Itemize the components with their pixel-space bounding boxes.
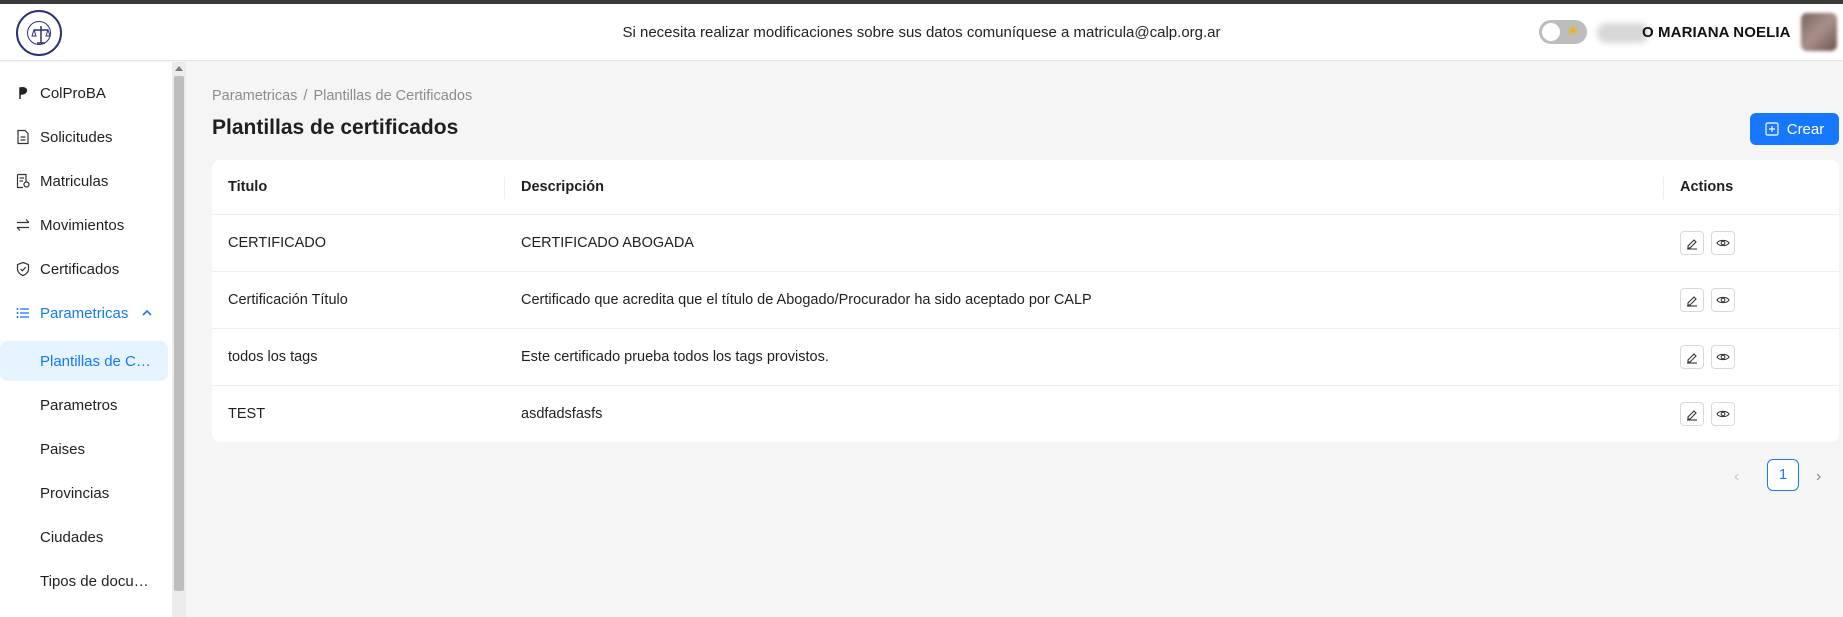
sun-icon: ☀ <box>1566 23 1580 40</box>
breadcrumb-current: Plantillas de Certificados <box>313 88 473 104</box>
plus-square-icon <box>1765 122 1779 136</box>
cell-descripcion: CERTIFICADO ABOGADA <box>521 235 694 251</box>
edit-icon <box>1687 353 1697 364</box>
table-row: TEST asdfadsfasfs <box>212 386 1839 442</box>
templates-table: Titulo Descripción Actions CERTIFICADO C… <box>212 160 1839 442</box>
sidebar-item-matriculas[interactable]: Matriculas <box>0 161 168 201</box>
sidebar-subitem-label: Parametros <box>40 397 118 414</box>
sidebar-item-label: Certificados <box>40 261 120 278</box>
shield-check-icon <box>16 261 30 277</box>
column-header-descripcion[interactable]: Descripción <box>521 179 604 195</box>
cell-titulo: Certificación Título <box>228 292 348 308</box>
view-button[interactable] <box>1711 231 1735 255</box>
column-header-titulo[interactable]: Titulo <box>228 179 267 195</box>
sidebar-item-parametricas[interactable]: Parametricas <box>0 293 168 333</box>
sidebar-subitem-ciudades[interactable]: Ciudades <box>0 517 168 557</box>
sidebar-subitem-parametros[interactable]: Parametros <box>0 385 168 425</box>
cell-titulo: TEST <box>228 406 266 422</box>
sidebar-item-solicitudes[interactable]: Solicitudes <box>0 117 168 157</box>
sidebar-item-colproba[interactable]: ColProBA <box>0 73 168 113</box>
sidebar-item-label: ColProBA <box>40 85 106 102</box>
sidebar-item-movimientos[interactable]: Movimientos <box>0 205 168 245</box>
edit-button[interactable] <box>1680 345 1704 369</box>
edit-icon <box>1687 410 1697 421</box>
column-divider <box>504 177 505 199</box>
sidebar-item-label: Movimientos <box>40 217 125 234</box>
column-divider <box>1663 177 1664 199</box>
avatar[interactable] <box>1801 13 1837 51</box>
sidebar-scrollbar[interactable] <box>172 62 186 617</box>
cell-descripcion: asdfadsfasfs <box>521 406 603 422</box>
document-icon <box>17 129 29 145</box>
table-header: Titulo Descripción Actions <box>212 160 1839 215</box>
edit-button[interactable] <box>1680 231 1704 255</box>
view-button[interactable] <box>1711 288 1735 312</box>
id-document-icon <box>16 173 30 189</box>
sidebar-item-certificados[interactable]: Certificados <box>0 249 168 289</box>
sidebar-item-label: Parametricas <box>40 305 129 322</box>
sidebar-subitem-label: Provincias <box>40 485 110 502</box>
sidebar-subitem-label: Tipos de documento <box>40 573 156 590</box>
cell-titulo: CERTIFICADO <box>228 235 327 251</box>
view-button[interactable] <box>1711 345 1735 369</box>
column-header-actions: Actions <box>1680 179 1734 195</box>
toggle-knob <box>1542 23 1560 41</box>
cell-descripcion: Certificado que acredita que el título d… <box>521 292 1092 308</box>
breadcrumb: Parametricas / Plantillas de Certificados <box>212 88 472 104</box>
sidebar-subitem-label: Ciudades <box>40 529 104 546</box>
p-logo-icon <box>19 87 28 99</box>
breadcrumb-separator: / <box>303 88 308 104</box>
eye-icon <box>1716 353 1730 361</box>
theme-toggle[interactable]: ☀ <box>1539 20 1587 44</box>
pagination-prev-icon[interactable]: ‹ <box>1734 468 1750 485</box>
breadcrumb-parent[interactable]: Parametricas <box>212 88 297 104</box>
table-row: CERTIFICADO CERTIFICADO ABOGADA <box>212 215 1839 272</box>
page-title: Plantillas de certificados <box>212 116 459 139</box>
sidebar-subitem-plantillas[interactable]: Plantillas de Certificados <box>0 341 168 381</box>
table-row: Certificación Título Certificado que acr… <box>212 272 1839 329</box>
create-button[interactable]: Crear <box>1750 113 1839 145</box>
edit-button[interactable] <box>1680 402 1704 426</box>
sidebar: ColProBA Solicitudes Matriculas Movimien… <box>0 62 172 617</box>
eye-icon <box>1716 296 1730 304</box>
swap-icon <box>16 219 30 231</box>
sidebar-subitem-paises[interactable]: Paises <box>0 429 168 469</box>
sidebar-subitem-tipos-documento[interactable]: Tipos de documento <box>0 561 168 601</box>
cell-titulo: todos los tags <box>228 349 318 365</box>
eye-icon <box>1716 410 1730 418</box>
create-button-label: Crear <box>1786 120 1825 138</box>
edit-icon <box>1687 239 1697 250</box>
sidebar-subitem-label: Paises <box>40 441 86 458</box>
table-row: todos los tags Este certificado prueba t… <box>212 329 1839 386</box>
cell-descripcion: Este certificado prueba todos los tags p… <box>521 349 829 365</box>
chevron-up-icon[interactable] <box>140 306 154 320</box>
sidebar-subitem-provincias[interactable]: Provincias <box>0 473 168 513</box>
sidebar-subitem-label: Plantillas de Certificados <box>40 353 156 370</box>
scroll-up-arrow-icon[interactable] <box>175 66 183 71</box>
scrollbar-thumb[interactable] <box>174 76 184 591</box>
pagination-next-icon[interactable]: › <box>1816 468 1832 485</box>
list-icon <box>16 308 29 318</box>
edit-button[interactable] <box>1680 288 1704 312</box>
view-button[interactable] <box>1711 402 1735 426</box>
edit-icon <box>1687 296 1697 307</box>
sidebar-item-label: Solicitudes <box>40 129 113 146</box>
pagination-page-1[interactable]: 1 <box>1767 459 1799 491</box>
app-header: Si necesita realizar modificaciones sobr… <box>0 4 1843 61</box>
sidebar-item-label: Matriculas <box>40 173 109 190</box>
user-name[interactable]: O MARIANA NOELIA <box>1642 24 1791 41</box>
eye-icon <box>1716 239 1730 247</box>
